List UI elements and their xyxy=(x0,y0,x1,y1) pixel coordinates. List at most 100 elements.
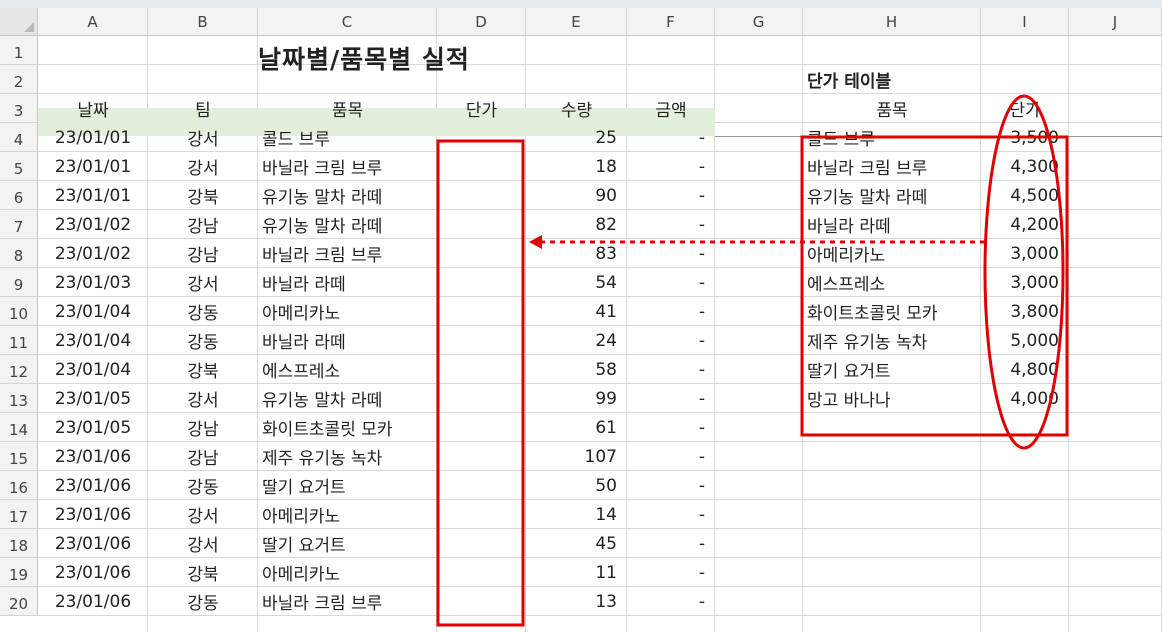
cell-date[interactable]: 23/01/01 xyxy=(38,181,148,210)
cell-team[interactable]: 강서 xyxy=(148,268,258,297)
price-table-title[interactable]: 단가 테이블 xyxy=(803,65,981,94)
cell-team[interactable]: 강남 xyxy=(148,442,258,471)
cell-team[interactable]: 강서 xyxy=(148,384,258,413)
cell-qty[interactable]: 11 xyxy=(526,558,627,587)
cell-team[interactable]: 강서 xyxy=(148,500,258,529)
price-table-item[interactable]: 딸기 요거트 xyxy=(803,355,981,384)
row-header-12[interactable]: 12 xyxy=(0,355,38,384)
cell-qty[interactable]: 61 xyxy=(526,413,627,442)
cell-date[interactable]: 23/01/06 xyxy=(38,529,148,558)
price-table-item[interactable]: 제주 유기농 녹차 xyxy=(803,326,981,355)
cell-amount[interactable]: - xyxy=(627,471,715,500)
price-table-price[interactable]: 4,300 xyxy=(981,152,1069,181)
cell-date[interactable]: 23/01/05 xyxy=(38,384,148,413)
cell-amount[interactable]: - xyxy=(627,181,715,210)
row-header-1[interactable]: 1 xyxy=(0,36,38,65)
cell-amount[interactable]: - xyxy=(627,355,715,384)
cell-qty[interactable]: 14 xyxy=(526,500,627,529)
cell-qty[interactable]: 45 xyxy=(526,529,627,558)
row-header-5[interactable]: 5 xyxy=(0,152,38,181)
cell-item[interactable]: 바닐라 크림 브루 xyxy=(258,239,437,268)
row-header-9[interactable]: 9 xyxy=(0,268,38,297)
cell-price[interactable] xyxy=(437,529,526,558)
cell-price[interactable] xyxy=(437,123,526,152)
row-header-19[interactable]: 19 xyxy=(0,558,38,587)
price-table-price[interactable]: 3,000 xyxy=(981,268,1069,297)
cell-date[interactable]: 23/01/01 xyxy=(38,123,148,152)
row-header-3[interactable]: 3 xyxy=(0,94,38,123)
cell-item[interactable]: 유기농 말차 라떼 xyxy=(258,181,437,210)
cell-item[interactable]: 바닐라 라떼 xyxy=(258,268,437,297)
cell-item[interactable]: 화이트초콜릿 모카 xyxy=(258,413,437,442)
row-header-2[interactable]: 2 xyxy=(0,65,38,94)
price-table-item[interactable]: 바닐라 라떼 xyxy=(803,210,981,239)
cell-price[interactable] xyxy=(437,181,526,210)
cell-item[interactable]: 콜드 브루 xyxy=(258,123,437,152)
column-header-e[interactable]: E xyxy=(526,8,627,36)
price-table-item[interactable]: 화이트초콜릿 모카 xyxy=(803,297,981,326)
cell-item[interactable]: 유기농 말차 라떼 xyxy=(258,384,437,413)
row-header-20[interactable]: 20 xyxy=(0,587,38,616)
cell-qty[interactable]: 18 xyxy=(526,152,627,181)
cell-date[interactable]: 23/01/06 xyxy=(38,500,148,529)
cell-team[interactable]: 강동 xyxy=(148,587,258,616)
row-header-13[interactable]: 13 xyxy=(0,384,38,413)
price-table-item[interactable]: 망고 바나나 xyxy=(803,384,981,413)
cell-qty[interactable]: 41 xyxy=(526,297,627,326)
cell-team[interactable]: 강서 xyxy=(148,529,258,558)
cell-date[interactable]: 23/01/05 xyxy=(38,413,148,442)
cell-date[interactable]: 23/01/02 xyxy=(38,210,148,239)
price-table-item[interactable]: 아메리카노 xyxy=(803,239,981,268)
cell-item[interactable]: 아메리카노 xyxy=(258,297,437,326)
price-table-price[interactable]: 4,000 xyxy=(981,384,1069,413)
column-header-b[interactable]: B xyxy=(148,8,258,36)
cell-amount[interactable]: - xyxy=(627,529,715,558)
row-header-11[interactable]: 11 xyxy=(0,326,38,355)
cell-qty[interactable]: 107 xyxy=(526,442,627,471)
column-header-c[interactable]: C xyxy=(258,8,437,36)
price-table-price[interactable]: 3,000 xyxy=(981,239,1069,268)
price-table-price[interactable]: 3,800 xyxy=(981,297,1069,326)
cell-amount[interactable]: - xyxy=(627,123,715,152)
cell-price[interactable] xyxy=(437,442,526,471)
cell-price[interactable] xyxy=(437,326,526,355)
header-qty[interactable]: 수량 xyxy=(526,94,627,123)
row-header-6[interactable]: 6 xyxy=(0,181,38,210)
price-table-header-item[interactable]: 품목 xyxy=(803,94,981,123)
cell-amount[interactable]: - xyxy=(627,384,715,413)
cell-team[interactable]: 강동 xyxy=(148,326,258,355)
cell-price[interactable] xyxy=(437,500,526,529)
price-table-price[interactable]: 4,200 xyxy=(981,210,1069,239)
cell-date[interactable]: 23/01/06 xyxy=(38,442,148,471)
cell-price[interactable] xyxy=(437,152,526,181)
cell-team[interactable]: 강북 xyxy=(148,558,258,587)
column-header-g[interactable]: G xyxy=(715,8,803,36)
price-table-price[interactable]: 3,500 xyxy=(981,123,1069,152)
column-header-f[interactable]: F xyxy=(627,8,715,36)
cell-date[interactable]: 23/01/06 xyxy=(38,558,148,587)
cell-qty[interactable]: 90 xyxy=(526,181,627,210)
cell-amount[interactable]: - xyxy=(627,297,715,326)
cell-date[interactable]: 23/01/06 xyxy=(38,587,148,616)
price-table-item[interactable]: 유기농 말차 라떼 xyxy=(803,181,981,210)
cell-qty[interactable]: 50 xyxy=(526,471,627,500)
header-team[interactable]: 팀 xyxy=(148,94,258,123)
row-header-7[interactable]: 7 xyxy=(0,210,38,239)
cell-price[interactable] xyxy=(437,239,526,268)
cell-price[interactable] xyxy=(437,384,526,413)
cell-item[interactable]: 유기농 말차 라떼 xyxy=(258,210,437,239)
cell-item[interactable]: 바닐라 크림 브루 xyxy=(258,152,437,181)
cell-team[interactable]: 강남 xyxy=(148,239,258,268)
price-table-price[interactable]: 4,800 xyxy=(981,355,1069,384)
price-table-header-price[interactable]: 단가 xyxy=(981,94,1069,123)
cell-qty[interactable]: 54 xyxy=(526,268,627,297)
header-item[interactable]: 품목 xyxy=(258,94,437,123)
price-table-price[interactable]: 4,500 xyxy=(981,181,1069,210)
row-header-4[interactable]: 4 xyxy=(0,123,38,152)
cell-item[interactable]: 아메리카노 xyxy=(258,558,437,587)
cell-price[interactable] xyxy=(437,355,526,384)
cell-item[interactable]: 아메리카노 xyxy=(258,500,437,529)
cell-amount[interactable]: - xyxy=(627,413,715,442)
row-header-8[interactable]: 8 xyxy=(0,239,38,268)
cell-item[interactable]: 제주 유기농 녹차 xyxy=(258,442,437,471)
